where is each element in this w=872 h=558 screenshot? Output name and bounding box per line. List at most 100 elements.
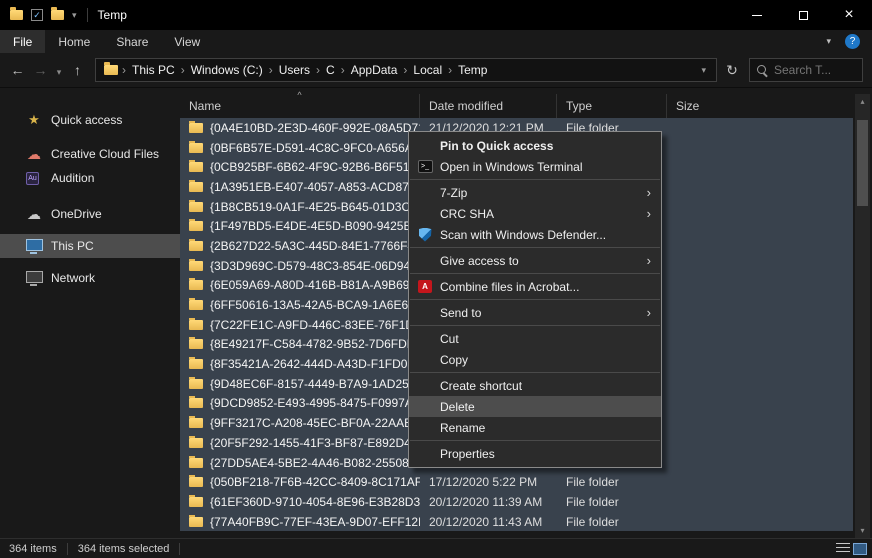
ribbon-right-controls [826, 34, 872, 49]
breadcrumb: ›This PC›Windows (C:)›Users›C›AppData›Lo… [122, 63, 493, 77]
sidebar-item-onedrive[interactable]: OneDrive [0, 202, 180, 226]
column-header-size[interactable]: Size [667, 94, 853, 118]
menu-item-7-zip[interactable]: 7-Zip [409, 182, 661, 203]
file-name-cell: {27DD5AE4-5BE2-4A46-B082-255084CF0... [180, 456, 420, 470]
scroll-down-icon[interactable] [855, 523, 870, 538]
details-view-icon[interactable] [836, 543, 850, 554]
menu-item-crc-sha[interactable]: CRC SHA [409, 203, 661, 224]
file-name-cell: {1A3951EB-E407-4057-A853-ACD87FF346... [180, 180, 420, 194]
search-box[interactable] [749, 58, 863, 82]
up-button[interactable] [66, 62, 89, 78]
properties-check-icon[interactable] [31, 9, 43, 21]
back-button[interactable] [6, 62, 29, 78]
date-modified-cell: 20/12/2020 11:39 AM [420, 495, 557, 509]
minimize-button[interactable] [734, 0, 780, 30]
menu-item-label: CRC SHA [440, 207, 494, 221]
column-header-label: Name [189, 99, 221, 113]
menu-item-pin-to-quick-access[interactable]: Pin to Quick access [409, 135, 661, 156]
menu-item-cut[interactable]: Cut [409, 328, 661, 349]
file-name: {6E059A69-A80D-416B-B81A-A9B69C6A2... [210, 278, 420, 292]
menu-item-rename[interactable]: Rename [409, 417, 661, 438]
refresh-button[interactable] [717, 62, 747, 79]
column-header-name[interactable]: Name [180, 94, 420, 118]
menu-item-give-access-to[interactable]: Give access to [409, 250, 661, 271]
table-row[interactable]: {77A40FB9C-77EF-43EA-9D07-EFF12F5220...2… [180, 512, 853, 532]
sidebar-item-this-pc[interactable]: This PC [0, 234, 180, 258]
address-dropdown-chevron-icon[interactable] [695, 65, 712, 76]
sidebar-item-quick-access[interactable]: Quick access [0, 108, 180, 132]
sidebar-item-audition[interactable]: Audition [0, 166, 180, 190]
menu-item-open-in-windows-terminal[interactable]: Open in Windows Terminal [409, 156, 661, 177]
file-name-cell: {050BF218-7F6B-42CC-8409-8C171AF0A8... [180, 475, 420, 489]
folder-icon [189, 162, 203, 172]
table-row[interactable]: {61EF360D-9710-4054-8E96-E3B28D32FCE...2… [180, 492, 853, 512]
submenu-chevron-icon [647, 186, 651, 199]
breadcrumb-item[interactable]: Temp [452, 63, 493, 77]
file-name: {9DCD9852-E493-4995-8475-F0997A5AD2... [210, 396, 420, 410]
file-name: {8F35421A-2642-444D-A43D-F1FD0309C... [210, 357, 420, 371]
file-name-cell: {1F497BD5-E4DE-4E5D-B090-9425B15FF3... [180, 219, 420, 233]
column-header-date-modified[interactable]: Date modified [420, 94, 557, 118]
breadcrumb-item[interactable]: Windows (C:) [185, 63, 269, 77]
file-name-cell: {3D3D969C-D579-48C3-854E-06D94A4B0... [180, 259, 420, 273]
menu-item-combine-files-in-acrobat[interactable]: Combine files in Acrobat... [409, 276, 661, 297]
folder-icon [189, 497, 203, 507]
file-name: {61EF360D-9710-4054-8E96-E3B28D32FCE... [210, 495, 420, 509]
menu-item-scan-with-windows-defender[interactable]: Scan with Windows Defender... [409, 224, 661, 245]
file-name-cell: {9FF3217C-A208-45EC-BF0A-22AAE73669... [180, 416, 420, 430]
menu-item-delete[interactable]: Delete [409, 396, 661, 417]
breadcrumb-box[interactable]: ›This PC›Windows (C:)›Users›C›AppData›Lo… [95, 58, 717, 82]
help-icon[interactable] [845, 34, 860, 49]
file-name-cell: {9D48EC6F-8157-4449-B7A9-1AD2559689... [180, 377, 420, 391]
scroll-up-icon[interactable] [855, 94, 870, 109]
sidebar-item-network[interactable]: Network [0, 266, 180, 290]
folder-icon [189, 241, 203, 251]
breadcrumb-item[interactable]: C [320, 63, 341, 77]
items-count: 364 items [9, 543, 57, 555]
tab-file[interactable]: File [0, 30, 45, 53]
recent-locations-chevron-icon[interactable] [52, 62, 66, 78]
menu-item-create-shortcut[interactable]: Create shortcut [409, 375, 661, 396]
folder-icon [189, 221, 203, 231]
scrollbar-thumb[interactable] [857, 120, 868, 206]
type-cell: File folder [557, 515, 667, 529]
forward-button[interactable] [29, 62, 52, 78]
breadcrumb-item[interactable]: AppData [345, 63, 404, 77]
file-name: {1F497BD5-E4DE-4E5D-B090-9425B15FF3... [210, 219, 420, 233]
date-modified-cell: 20/12/2020 11:43 AM [420, 515, 557, 529]
file-name: {0BF6B57E-D591-4C8C-9FC0-A656A118F... [210, 141, 420, 155]
sidebar-item-label: OneDrive [51, 207, 102, 221]
menu-separator [410, 247, 660, 248]
menu-item-properties[interactable]: Properties [409, 443, 661, 464]
breadcrumb-item[interactable]: Local [407, 63, 448, 77]
sidebar-item-creative-cloud-files[interactable]: Creative Cloud Files [0, 142, 180, 166]
menu-item-send-to[interactable]: Send to [409, 302, 661, 323]
customize-toolbar-chevron-icon[interactable]: ▾ [72, 10, 77, 21]
maximize-button[interactable] [780, 0, 826, 30]
breadcrumb-item[interactable]: Users [273, 63, 316, 77]
file-name-cell: {61EF360D-9710-4054-8E96-E3B28D32FCE... [180, 495, 420, 509]
large-icons-view-icon[interactable] [853, 543, 867, 555]
file-name-cell: {0BF6B57E-D591-4C8C-9FC0-A656A118F... [180, 141, 420, 155]
folder-icon [189, 379, 203, 389]
close-button[interactable] [826, 0, 872, 30]
file-name: {8E49217F-C584-4782-9B52-7D6FDE9B98... [210, 337, 420, 351]
menu-item-copy[interactable]: Copy [409, 349, 661, 370]
breadcrumb-item[interactable]: This PC [126, 63, 181, 77]
tab-home[interactable]: Home [45, 30, 103, 53]
menu-separator [410, 440, 660, 441]
column-header-type[interactable]: Type [557, 94, 667, 118]
tab-share[interactable]: Share [103, 30, 161, 53]
search-input[interactable] [774, 63, 856, 77]
tab-view[interactable]: View [161, 30, 213, 53]
vertical-scrollbar[interactable] [855, 94, 870, 538]
menu-item-label: Combine files in Acrobat... [440, 280, 579, 294]
selection-count: 364 items selected [78, 543, 170, 555]
new-folder-icon[interactable] [51, 10, 64, 20]
search-icon [756, 64, 768, 76]
menu-separator [410, 372, 660, 373]
minimize-ribbon-chevron-icon[interactable] [826, 36, 831, 47]
address-folder-icon [104, 65, 118, 75]
table-row[interactable]: {050BF218-7F6B-42CC-8409-8C171AF0A8...17… [180, 472, 853, 492]
file-name-cell: {7C22FE1C-A9FD-446C-83EE-76F1D0C1D... [180, 318, 420, 332]
